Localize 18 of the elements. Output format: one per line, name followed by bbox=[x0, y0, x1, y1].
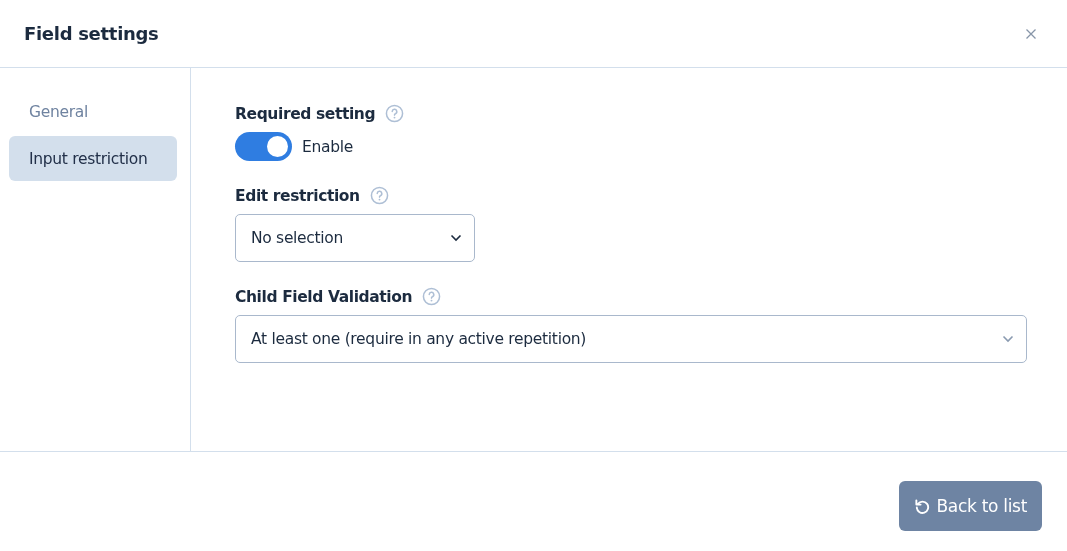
help-icon[interactable] bbox=[385, 104, 405, 123]
sidebar-item[interactable]: General bbox=[9, 89, 177, 134]
undo-icon bbox=[914, 497, 932, 515]
help-icon[interactable] bbox=[369, 186, 389, 205]
chevron-down-icon bbox=[450, 234, 462, 242]
back-button[interactable]: Back to list bbox=[899, 481, 1042, 531]
chevron-down-icon bbox=[1002, 335, 1014, 343]
toggle-switch[interactable] bbox=[235, 132, 292, 161]
setting-label: Required setting bbox=[235, 104, 376, 123]
sidebar-item[interactable]: Input restriction bbox=[9, 136, 177, 181]
select-dropdown[interactable]: At least one (require in any active repetition) bbox=[235, 315, 1027, 363]
close-icon[interactable] bbox=[1025, 27, 1037, 40]
help-icon[interactable] bbox=[422, 287, 442, 306]
setting-label: Child Field Validation bbox=[235, 287, 413, 306]
dialog-title: Field settings bbox=[24, 23, 159, 44]
toggle-label: Enable bbox=[302, 137, 353, 156]
setting-label: Edit restriction bbox=[235, 186, 360, 205]
select-dropdown[interactable]: No selection bbox=[235, 214, 475, 262]
